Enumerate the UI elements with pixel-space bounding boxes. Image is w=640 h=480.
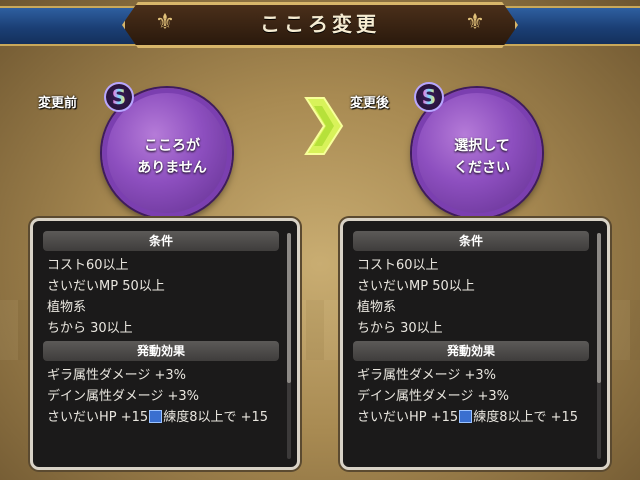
condition-item: コスト60以上 (357, 258, 439, 273)
effects-header: 発動効果 (353, 341, 589, 361)
effect-item: デイン属性ダメージ +3% (357, 389, 509, 404)
conditions-header: 条件 (353, 231, 589, 251)
scrollbar-thumb[interactable] (597, 233, 601, 383)
before-orb-line2: ありません (137, 160, 207, 176)
condition-item: 植物系 (47, 300, 87, 315)
condition-item: さいだいMP 50以上 (47, 279, 165, 294)
scrollbar-thumb[interactable] (287, 233, 291, 383)
condition-item: 植物系 (357, 300, 397, 315)
effects-header: 発動効果 (43, 341, 279, 361)
before-label: 変更前 (38, 96, 78, 111)
condition-item: コスト60以上 (47, 258, 129, 273)
condition-item: ちから 30以上 (47, 321, 133, 336)
rank-s-icon: S (414, 82, 444, 112)
after-label: 変更後 (350, 96, 390, 111)
mastery-icon (149, 410, 163, 423)
right-arrow-icon (304, 97, 344, 155)
after-detail-panel[interactable]: 条件 コスト60以上 さいだいMP 50以上 植物系 ちから 30以上 発動効果… (340, 218, 610, 470)
page-title: こころ変更 (260, 12, 380, 36)
effect-item: ギラ属性ダメージ +3% (357, 368, 496, 383)
scrollbar[interactable] (597, 233, 601, 459)
effect-item: ギラ属性ダメージ +3% (47, 368, 186, 383)
mastery-icon (459, 410, 473, 423)
effect-item: デイン属性ダメージ +3% (47, 389, 199, 404)
before-detail-panel[interactable]: 条件 コスト60以上 さいだいMP 50以上 植物系 ちから 30以上 発動効果… (30, 218, 300, 470)
effect-item: さいだいHP +15 練度8以上で +15 (47, 410, 269, 425)
conditions-header: 条件 (43, 231, 279, 251)
after-orb-line2: ください (454, 160, 510, 176)
after-orb-line1: 選択して (454, 138, 510, 154)
condition-item: さいだいMP 50以上 (357, 279, 475, 294)
rank-s-icon: S (104, 82, 134, 112)
condition-item: ちから 30以上 (357, 321, 443, 336)
scrollbar[interactable] (287, 233, 291, 459)
effect-item: さいだいHP +15 練度8以上で +15 (357, 410, 579, 425)
before-orb-line1: こころが (144, 138, 200, 154)
